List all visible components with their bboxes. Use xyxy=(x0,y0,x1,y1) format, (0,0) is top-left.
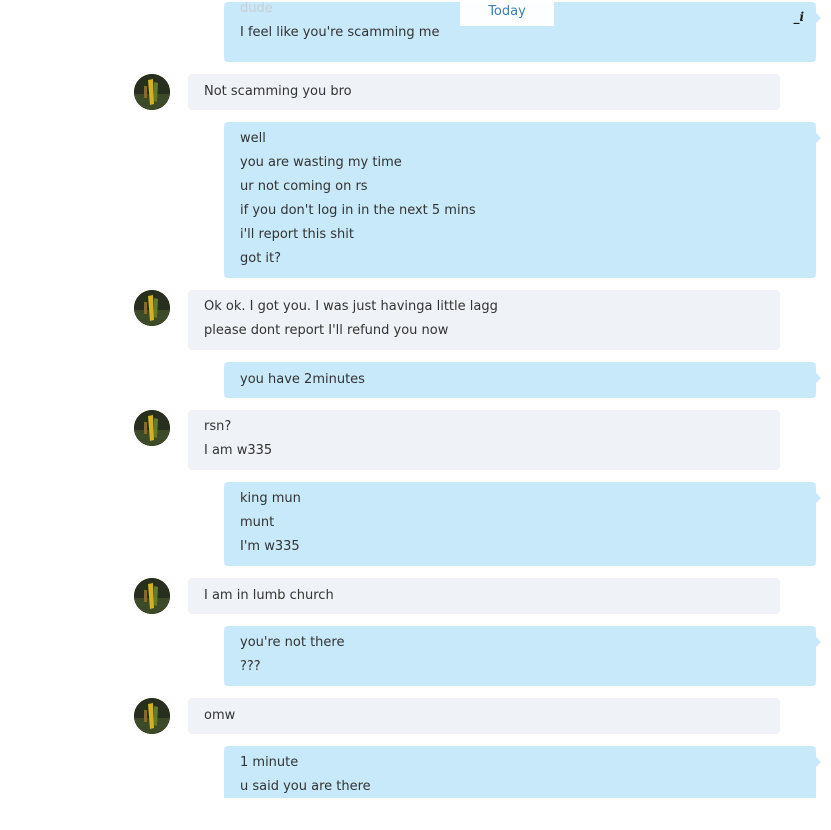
outgoing-message[interactable]: you have 2minutes xyxy=(224,362,821,398)
outgoing-message[interactable]: 1 minute u said you are there xyxy=(224,746,821,798)
message-line: you're not there xyxy=(240,635,345,650)
avatar-image xyxy=(134,74,170,110)
message-line: 1 minute xyxy=(240,755,299,770)
conversation-view[interactable]: Today dude I feel like you're scamming m… xyxy=(0,0,831,798)
incoming-message[interactable]: Ok ok. I got you. I was just havinga lit… xyxy=(188,290,780,350)
outgoing-message[interactable]: you're not there ??? xyxy=(224,626,821,686)
message-line: ur not coming on rs xyxy=(240,179,368,194)
message-line: king mun xyxy=(240,491,301,506)
message-line: well xyxy=(240,131,266,146)
avatar[interactable] xyxy=(134,578,170,614)
message-line: omw xyxy=(204,708,236,723)
avatar[interactable] xyxy=(134,698,170,734)
message-line: Not scamming you bro xyxy=(204,84,352,99)
incoming-message[interactable]: Not scamming you bro xyxy=(188,74,780,110)
avatar-image xyxy=(134,290,170,326)
incoming-message[interactable]: rsn? I am w335 xyxy=(188,410,780,470)
edited-icon[interactable]: _i xyxy=(793,10,804,24)
avatar-image xyxy=(134,410,170,446)
avatar[interactable] xyxy=(134,74,170,110)
avatar[interactable] xyxy=(134,410,170,446)
message-line: if you don't log in in the next 5 mins xyxy=(240,203,476,218)
incoming-message[interactable]: I am in lumb church xyxy=(188,578,780,614)
message-line: munt xyxy=(240,515,275,530)
message-line: i'll report this shit xyxy=(240,227,354,242)
message-line: u said you are there xyxy=(240,779,371,794)
message-line: rsn? xyxy=(204,419,232,434)
outgoing-message[interactable]: well you are wasting my time ur not comi… xyxy=(224,122,821,278)
message-line: ??? xyxy=(240,659,261,674)
message-line: I'm w335 xyxy=(240,539,300,554)
message-line: I am in lumb church xyxy=(204,588,334,603)
message-line: you are wasting my time xyxy=(240,155,402,170)
outgoing-message[interactable]: king mun munt I'm w335 xyxy=(224,482,821,566)
avatar-image xyxy=(134,578,170,614)
avatar-image xyxy=(134,698,170,734)
incoming-message[interactable]: omw xyxy=(188,698,780,734)
message-line: got it? xyxy=(240,251,282,266)
message-line: I am w335 xyxy=(204,443,273,458)
avatar[interactable] xyxy=(134,290,170,326)
message-line: please dont report I'll refund you now xyxy=(204,323,449,338)
message-line: Ok ok. I got you. I was just havinga lit… xyxy=(204,299,498,314)
date-separator: Today xyxy=(460,0,554,26)
message-line: you have 2minutes xyxy=(240,372,365,387)
